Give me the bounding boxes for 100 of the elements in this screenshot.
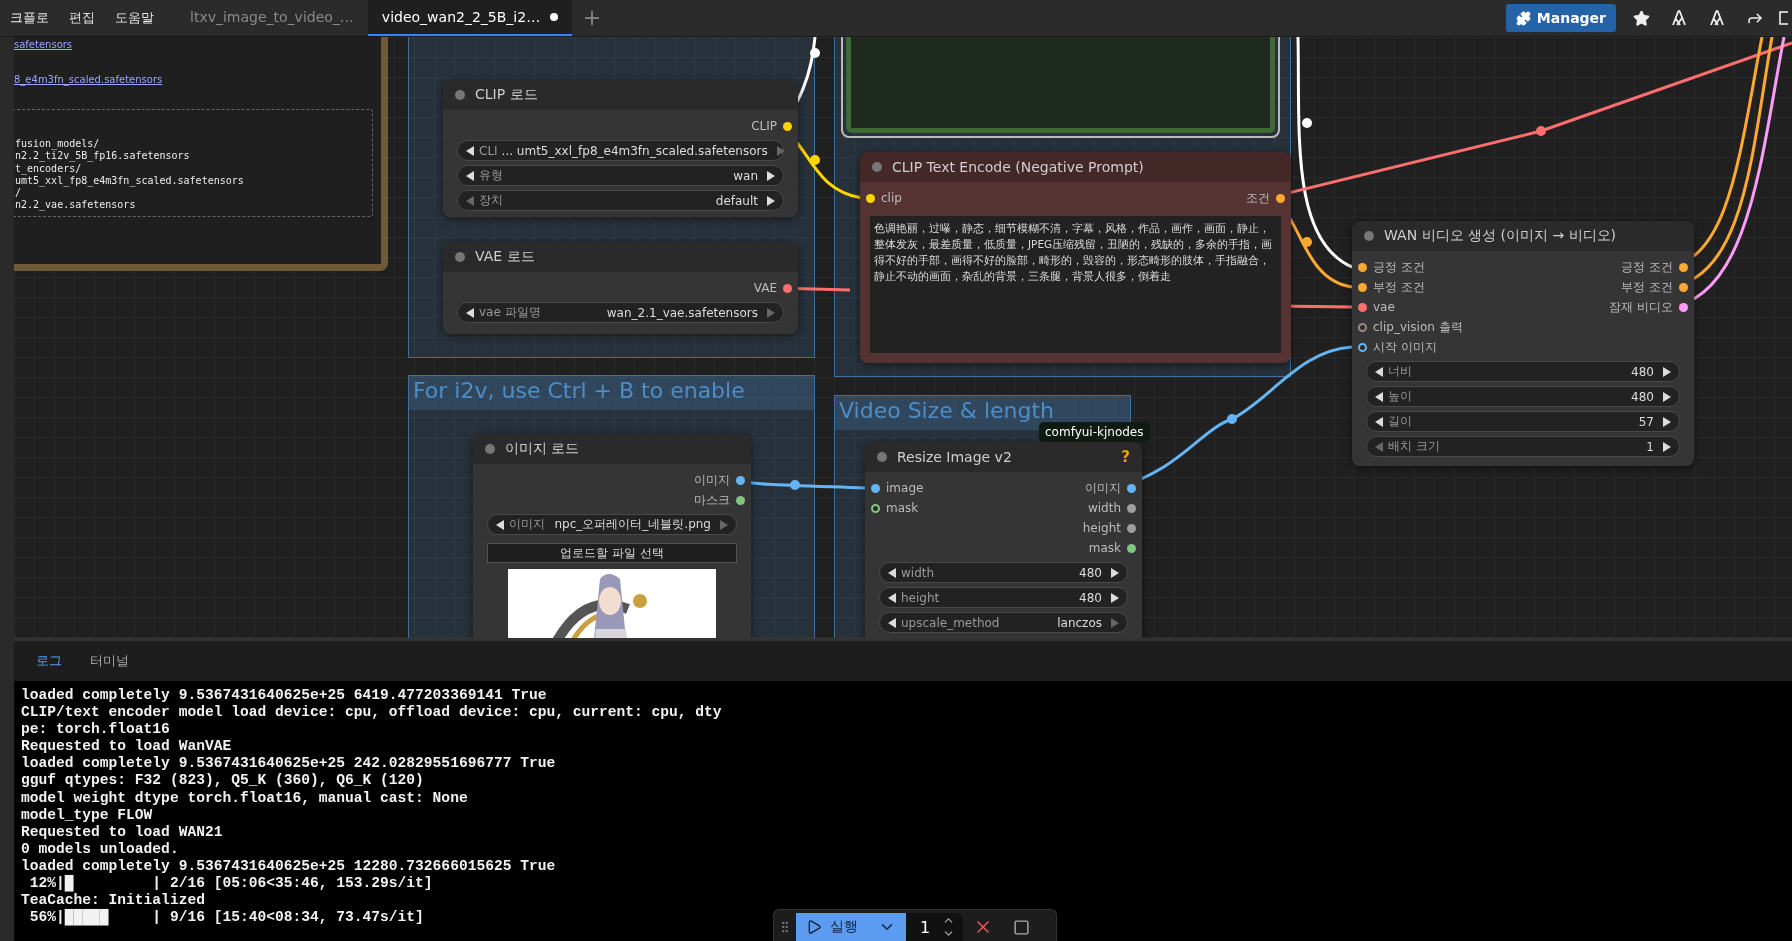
input-slot[interactable]: clip_vision 출력 (1358, 318, 1463, 336)
listing-line: / (15, 187, 23, 200)
caret-left-icon[interactable] (1374, 416, 1384, 427)
input-slot[interactable]: clip (866, 191, 902, 205)
run-button[interactable]: 실행 (796, 913, 906, 941)
widget-field[interactable]: 길이 57 (1366, 411, 1680, 432)
input-slot[interactable]: 시작 이미지 (1358, 338, 1437, 356)
collapse-dot-icon[interactable] (877, 452, 887, 462)
caret-right-icon[interactable] (1662, 391, 1672, 402)
log-line: loaded completely 9.5367431640625e+25 242.02829551696777 True (21, 755, 556, 773)
node-title: CLIP 로드 (475, 86, 539, 104)
widget-field[interactable]: width 480 (879, 562, 1128, 583)
node-title: VAE 로드 (475, 248, 536, 266)
node-card[interactable]: CLIP Text Encode (Negative Prompt) clip 조건 色调艳丽，过曝，静态，细节模糊不清，字幕，风格，作品，画作，画面，静止，整体发灰，最差质量，低质量，JPEG压缩残留，丑陋的，残缺的，多余的手指，画得不好的手部，画得不好的脸部，畸形的，毁容的，形态畸形的肢体，手指融合，静止不动的画面，杂乱的背景，三条腿，背景人很多，倒着走 (860, 152, 1291, 363)
reroute-dot[interactable] (810, 48, 820, 58)
input-slot[interactable]: vae (1358, 300, 1395, 314)
caret-right-icon[interactable] (766, 195, 776, 206)
widget-field[interactable]: 유형 wan (457, 165, 784, 186)
log-line: CLIP/text encoder model load device: cpu, offload device: cpu, current: cpu, dty (21, 704, 722, 722)
reroute-dot[interactable] (1302, 118, 1312, 128)
widget-field[interactable]: 높이 480 (1366, 386, 1680, 407)
output-slot[interactable]: width (1087, 501, 1136, 515)
caret-left-icon[interactable] (465, 307, 475, 318)
log-line: TeaCache: Initialized (21, 892, 205, 909)
caret-left-icon[interactable] (887, 567, 897, 578)
upload-button[interactable]: 업로드할 파일 선택 (487, 543, 737, 563)
prompt-text-area[interactable]: 色调艳丽，过曝，静态，细节模糊不清，字幕，风格，作品，画作，画面，静止，整体发灰，最差质量，低质量，JPEG压缩残留，丑陋的，残缺的，多余的手指，画得不好的手部，画得不好的脸部，畸形的，毁容的，形态畸形的肢体，手指融合，静止不动的画面，杂乱的背景，三条腿，背景人很多，倒着走 (870, 216, 1281, 353)
reroute-dot[interactable] (1536, 126, 1546, 136)
workflow-tab[interactable]: video_wan2_2_5B_i2… (367, 0, 573, 36)
input-slot[interactable]: 부정 조건 (1358, 278, 1425, 296)
reroute-dot[interactable] (810, 155, 820, 165)
menu-item[interactable]: 편집 (59, 0, 105, 36)
output-slot[interactable]: 조건 (1246, 189, 1285, 207)
log-line: 56%|█████ | 9/16 [15:40<08:34, 73.47s/it] (28, 909, 424, 927)
menu-item[interactable]: 크플로 (0, 0, 59, 36)
collapse-dot-icon[interactable] (872, 162, 882, 172)
output-slot[interactable]: 이미지 (1085, 479, 1136, 497)
widget-field[interactable]: 너비 480 (1366, 361, 1680, 382)
input-slot[interactable]: mask (871, 501, 919, 515)
batch-count-field[interactable]: 1 (906, 913, 964, 941)
output-slot[interactable]: 마스크 (694, 491, 745, 509)
node-card[interactable]: VAE 로드 VAE vae 파일명 wan_2.1_vae.safetensors (443, 242, 798, 334)
listing-line: umt5_xxl_fp8_e4m3fn_scaled.safetensors (15, 174, 245, 188)
model-link[interactable]: 8_e4m3fn_scaled.safetensors (14, 74, 381, 85)
reroute-dot[interactable] (1302, 237, 1312, 247)
caret-left-icon[interactable] (887, 592, 897, 603)
caret-left-icon[interactable] (1374, 391, 1384, 402)
caret-right-icon[interactable] (1110, 567, 1120, 578)
reroute-dot[interactable] (1227, 414, 1237, 424)
node-card[interactable]: WAN 비디오 생성 (이미지 → 비디오) 긍정 조건 긍정 조건 부정 조건 부정 조건 vae 잠재 비디오 clip_vision 출력 시작 이미지 너비 480 높이 480 길이 57 배치 크기 1 (1352, 221, 1694, 466)
collapse-dot-icon[interactable] (455, 90, 465, 100)
collapse-dot-icon[interactable] (1364, 231, 1374, 241)
reroute-dot[interactable] (790, 480, 800, 490)
node-card[interactable]: CLIP 로드 CLIP CLI ... umt5_xxl_fp8_e4m3fn_scaled.safetensors 유형 wan 장치 default (443, 80, 798, 217)
collapse-dot-icon[interactable] (485, 444, 495, 454)
log-line: 0 models unloaded. (21, 840, 179, 858)
widget-field[interactable]: CLI ... umt5_xxl_fp8_e4m3fn_scaled.safetensors (457, 140, 784, 161)
model-link[interactable]: safetensors (14, 39, 381, 50)
log-line: gguf qtypes: F32 (823), Q5_K (360), Q6_K (120) (21, 772, 424, 790)
output-slot[interactable]: 잠재 비디오 (1609, 298, 1688, 316)
caret-left-icon[interactable] (887, 617, 897, 628)
caret-left-icon[interactable] (465, 170, 475, 181)
widget-field[interactable]: vae 파일명 wan_2.1_vae.safetensors (457, 302, 784, 323)
collapse-dot-icon[interactable] (455, 252, 465, 262)
node-card[interactable]: Resize Image v2 ? image 이미지 mask width height mask width 480 height 480 upscale_method lanczos (865, 442, 1142, 638)
caret-right-icon[interactable] (1662, 366, 1672, 377)
output-slot[interactable]: 부정 조건 (1621, 278, 1688, 296)
caret-left-icon[interactable] (495, 519, 505, 530)
puzzle-icon (1515, 10, 1531, 26)
caret-right-icon[interactable] (766, 170, 776, 181)
listing-line: n2.2_vae.safetensors (15, 199, 137, 212)
log-line: model weight dtype torch.float16, manual cast: None (21, 789, 468, 807)
play-icon (806, 919, 822, 935)
output-slot[interactable]: 긍정 조건 (1621, 258, 1688, 276)
listing-line: t_encoders/ (15, 162, 83, 175)
widget-field[interactable]: height 480 (879, 587, 1128, 608)
caret-right-icon[interactable] (1110, 592, 1120, 603)
manager-button[interactable]: Manager (1505, 4, 1616, 32)
panel-tab[interactable]: 로그 (24, 652, 74, 670)
workflow-tab[interactable]: ltxv_image_to_video_… (176, 0, 368, 36)
widget-field[interactable]: 배치 크기 1 (1366, 436, 1680, 457)
widget-field[interactable]: 장치 default (457, 190, 784, 211)
caret-left-icon[interactable] (1374, 366, 1384, 377)
output-slot[interactable]: 이미지 (694, 471, 745, 489)
output-slot[interactable]: VAE (753, 281, 792, 295)
caret-right-icon[interactable] (1662, 416, 1672, 427)
caret-left-icon[interactable] (465, 145, 475, 156)
help-icon[interactable]: ? (1121, 448, 1130, 466)
node-card[interactable]: 이미지 로드 이미지 마스크 이미지 npc_오퍼레이터_네블릿.png 업로드할 파일 선택 (473, 434, 751, 638)
widget-field[interactable]: 이미지 npc_오퍼레이터_네블릿.png (487, 514, 737, 535)
panel-tab[interactable]: 터미널 (78, 652, 141, 670)
input-slot[interactable]: image (871, 481, 924, 495)
output-slot[interactable]: height (1082, 521, 1136, 535)
caret-right-icon[interactable] (1662, 441, 1672, 452)
output-slot[interactable]: mask (1088, 541, 1136, 555)
input-slot[interactable]: 긍정 조건 (1358, 258, 1425, 276)
widget-field[interactable]: upscale_method lanczos (879, 612, 1128, 633)
menu-item[interactable]: 도움말 (105, 0, 164, 36)
output-slot[interactable]: CLIP (751, 119, 792, 133)
log-line: loaded completely 9.5367431640625e+25 6419.477203369141 True (21, 687, 547, 705)
